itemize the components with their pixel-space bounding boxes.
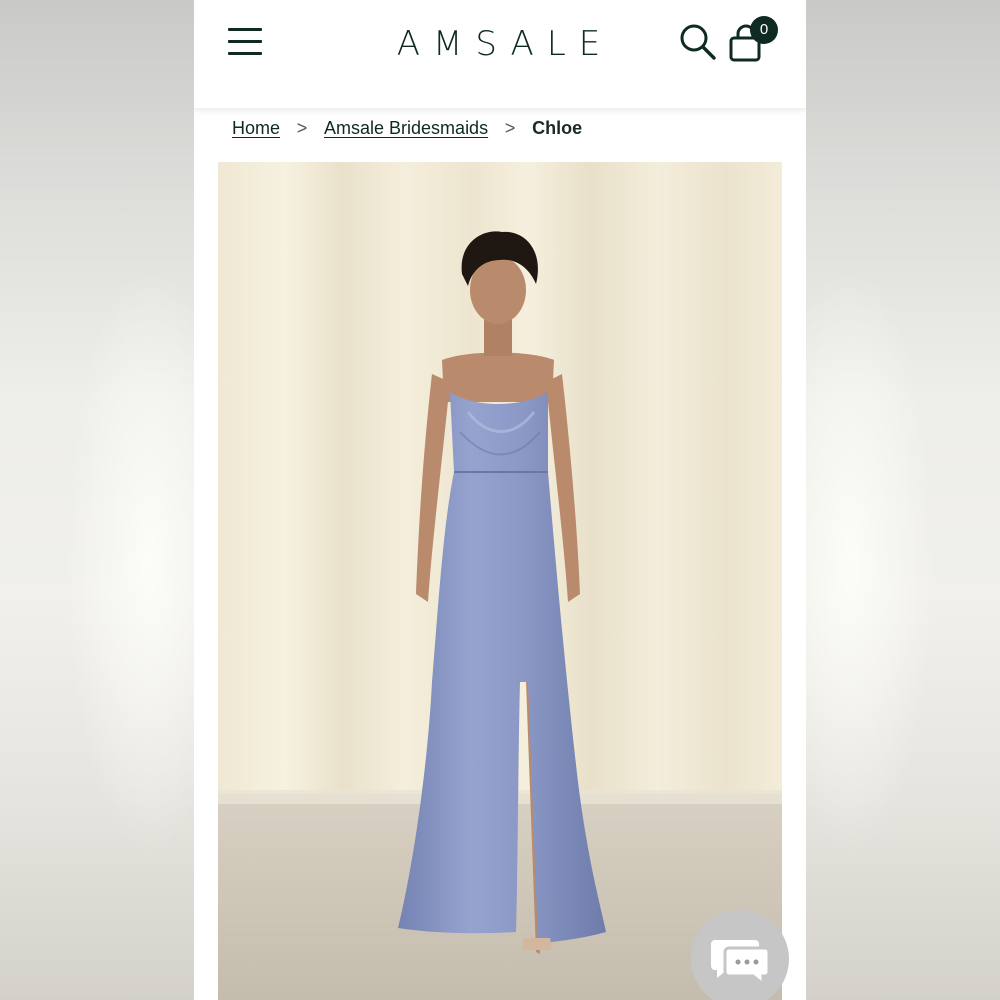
chat-button[interactable]: [691, 910, 789, 1000]
background-blur-left: [0, 0, 194, 1000]
chat-bubble-icon: [711, 940, 771, 988]
breadcrumb-category-link[interactable]: Amsale Bridesmaids: [324, 118, 488, 139]
site-header: AMSALE 0: [194, 0, 806, 108]
search-icon: [680, 24, 716, 60]
mobile-page: AMSALE 0 Home > Amsale Bridesmaids > Chl: [194, 0, 806, 1000]
product-photo-illustration: [218, 162, 782, 1000]
cart-count-badge: 0: [750, 16, 778, 44]
breadcrumb-home-link[interactable]: Home: [232, 118, 280, 139]
product-photo[interactable]: [218, 162, 782, 1000]
breadcrumb-current-page: Chloe: [532, 117, 583, 138]
cart-button[interactable]: 0: [726, 16, 782, 62]
breadcrumb-separator: >: [504, 117, 516, 138]
background-blur-right: [806, 0, 1000, 1000]
breadcrumb: Home > Amsale Bridesmaids > Chloe: [232, 116, 582, 140]
search-button[interactable]: [678, 22, 718, 62]
screenshot-stage: AMSALE 0 Home > Amsale Bridesmaids > Chl: [0, 0, 1000, 1000]
breadcrumb-separator: >: [296, 117, 308, 138]
